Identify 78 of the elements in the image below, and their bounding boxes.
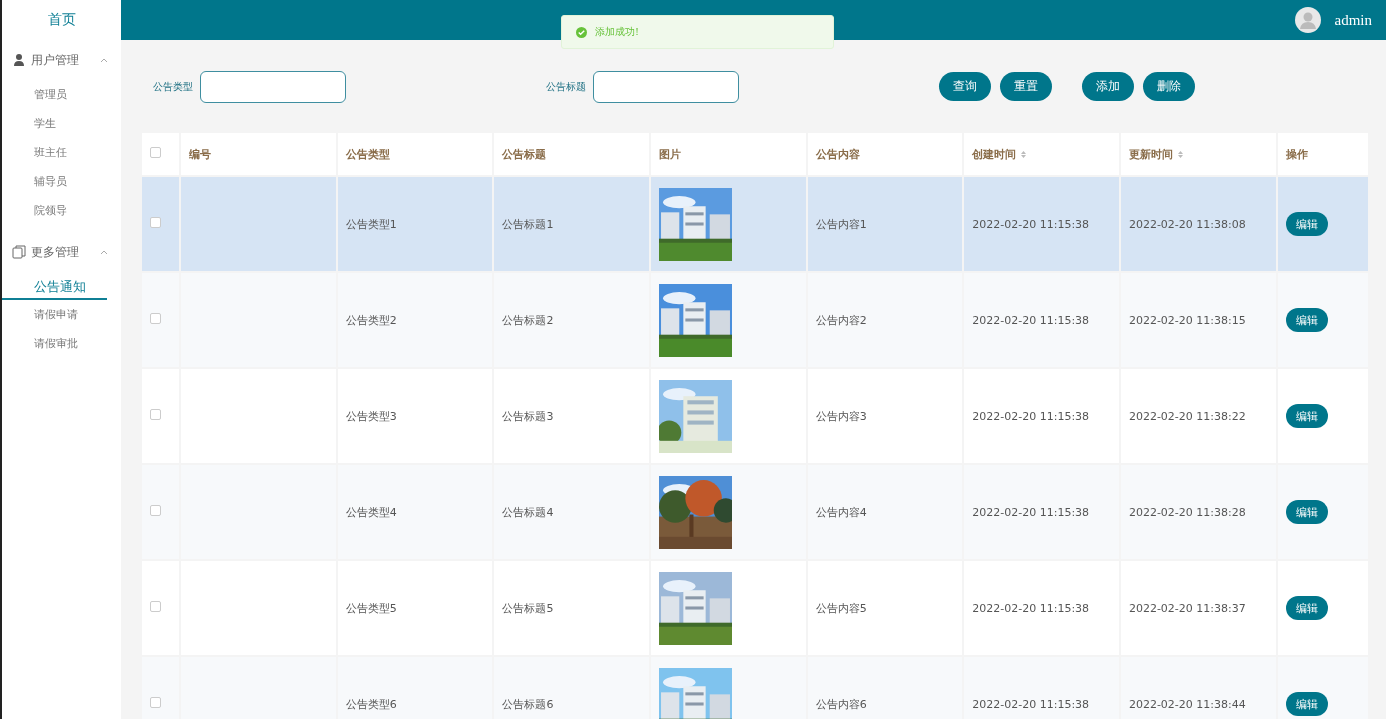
table-cell: 公告类型3 xyxy=(345,409,397,423)
table-cell: 公告标题4 xyxy=(502,505,554,519)
table-cell: 2022-02-20 11:15:38 xyxy=(972,409,1090,423)
table-cell: 2022-02-20 11:38:37 xyxy=(1128,601,1246,615)
sort-icon[interactable] xyxy=(1176,150,1184,159)
sidebar-item[interactable]: 请假审批 xyxy=(2,329,121,358)
table-cell: 公告标题1 xyxy=(502,217,554,231)
check-circle-icon xyxy=(576,26,587,38)
column-header: 图片 xyxy=(659,147,681,161)
sidebar-item[interactable]: 公告通知 xyxy=(2,272,107,300)
table-cell: 公告内容6 xyxy=(815,697,867,711)
sidebar-item[interactable]: 院领导 xyxy=(2,196,121,225)
action-button[interactable]: 查询 xyxy=(939,72,991,101)
checkbox[interactable] xyxy=(150,409,161,420)
action-button[interactable]: 添加 xyxy=(1082,72,1134,101)
sidebar-item[interactable]: 班主任 xyxy=(2,138,121,167)
input-field[interactable] xyxy=(200,70,346,103)
filter-label: 公告标题 xyxy=(546,79,586,94)
menu-group[interactable]: 用户管理 xyxy=(31,51,94,69)
checkbox[interactable] xyxy=(150,147,161,158)
input-field[interactable] xyxy=(593,70,739,103)
column-header: 操作 xyxy=(1285,147,1308,161)
checkbox[interactable] xyxy=(150,601,161,612)
sidebar-item[interactable]: 学生 xyxy=(2,109,121,138)
column-header: 编号 xyxy=(189,147,212,161)
filter-label: 公告类型 xyxy=(153,79,193,94)
checkbox[interactable] xyxy=(150,697,161,708)
table-cell: 公告标题2 xyxy=(502,313,554,327)
column-header: 公告内容 xyxy=(815,147,860,161)
table-cell: 公告内容4 xyxy=(815,505,867,519)
table-cell: 2022-02-20 11:38:15 xyxy=(1128,313,1246,327)
column-header: 公告类型 xyxy=(345,147,390,161)
table-cell: 2022-02-20 11:15:38 xyxy=(972,217,1090,231)
sidebar-item[interactable]: 管理员 xyxy=(2,80,121,109)
table-cell: 公告类型2 xyxy=(345,313,397,327)
home-link[interactable]: 首页 xyxy=(47,11,76,29)
table-cell: 2022-02-20 11:15:38 xyxy=(972,697,1090,711)
edit-button[interactable]: 编辑 xyxy=(1285,212,1328,236)
checkbox[interactable] xyxy=(150,505,161,516)
table-cell: 公告类型4 xyxy=(345,505,397,519)
table-cell: 2022-02-20 11:15:38 xyxy=(972,313,1090,327)
edit-button[interactable]: 编辑 xyxy=(1285,308,1328,332)
edit-button[interactable]: 编辑 xyxy=(1285,404,1328,428)
menu-group[interactable]: 更多管理 xyxy=(31,243,94,261)
toast-message: 添加成功! xyxy=(595,25,640,39)
avatar-icon[interactable] xyxy=(1294,7,1321,33)
table-cell: 公告类型5 xyxy=(345,601,397,615)
checkbox[interactable] xyxy=(150,217,161,228)
checkbox[interactable] xyxy=(150,313,161,324)
action-button[interactable]: 重置 xyxy=(1000,72,1052,101)
table-cell: 公告内容2 xyxy=(815,313,867,327)
table-cell: 2022-02-20 11:15:38 xyxy=(972,601,1090,615)
table-cell: 公告类型6 xyxy=(345,697,397,711)
table-cell: 公告标题6 xyxy=(502,697,554,711)
column-header[interactable]: 创建时间 xyxy=(972,147,1017,161)
column-header: 公告标题 xyxy=(502,147,547,161)
table-cell: 2022-02-20 11:15:38 xyxy=(972,505,1090,519)
table-cell: 2022-02-20 11:38:44 xyxy=(1128,697,1246,711)
edit-button[interactable]: 编辑 xyxy=(1285,692,1328,716)
sort-icon[interactable] xyxy=(1020,150,1028,159)
table-cell: 公告内容5 xyxy=(815,601,867,615)
table-cell: 公告类型1 xyxy=(345,217,397,231)
table-cell: 公告内容1 xyxy=(815,217,867,231)
table-cell: 公告内容3 xyxy=(815,409,867,423)
table-cell: 2022-02-20 11:38:08 xyxy=(1128,217,1246,231)
edit-button[interactable]: 编辑 xyxy=(1285,596,1328,620)
table-cell: 公告标题5 xyxy=(502,601,554,615)
action-button[interactable]: 删除 xyxy=(1143,72,1195,101)
table-cell: 2022-02-20 11:38:22 xyxy=(1128,409,1246,423)
column-header[interactable]: 更新时间 xyxy=(1128,147,1173,161)
table-cell: 2022-02-20 11:38:28 xyxy=(1128,505,1246,519)
sidebar-item[interactable]: 辅导员 xyxy=(2,167,121,196)
table-cell: 公告标题3 xyxy=(502,409,554,423)
person-icon xyxy=(12,53,26,67)
user-name[interactable]: admin xyxy=(1334,11,1372,29)
edit-button[interactable]: 编辑 xyxy=(1285,500,1328,524)
copy-icon xyxy=(12,245,26,259)
sidebar-item[interactable]: 请假申请 xyxy=(2,300,121,329)
